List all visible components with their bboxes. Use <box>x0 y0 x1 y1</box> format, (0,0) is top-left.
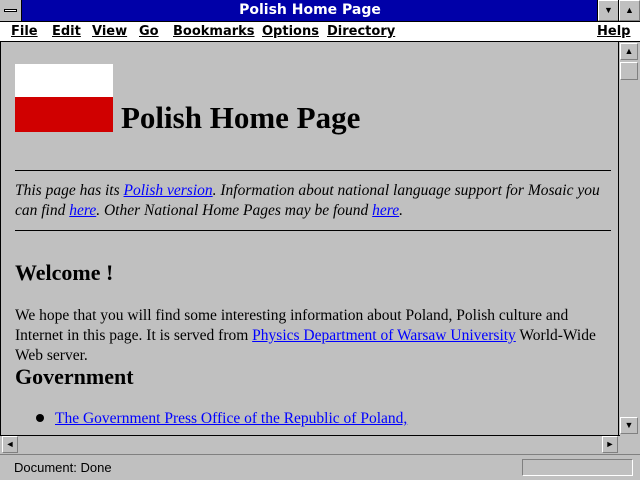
government-heading: Government <box>15 364 134 389</box>
scroll-up-button[interactable]: ▲ <box>620 43 638 60</box>
window-title: Polish Home Page <box>239 2 381 18</box>
national-home-pages-link[interactable]: here <box>372 202 399 219</box>
system-menu-icon <box>4 9 17 12</box>
system-menu-button[interactable] <box>0 0 22 21</box>
menu-bookmarks[interactable]: Bookmarks <box>173 24 255 39</box>
menu-view[interactable]: View <box>92 24 127 39</box>
status-bar: Document: Done <box>0 454 640 480</box>
title-bar: Polish Home Page ▼ ▲ <box>0 0 640 22</box>
menu-help[interactable]: Help <box>597 24 630 39</box>
menu-options[interactable]: Options <box>262 24 319 39</box>
intro-paragraph: This page has its Polish version. Inform… <box>15 181 615 221</box>
vertical-scrollbar[interactable]: ▲ ▼ <box>618 42 638 435</box>
menu-file[interactable]: File <box>11 24 38 39</box>
menu-options-label: Options <box>262 24 319 39</box>
flag-red-stripe <box>15 97 113 132</box>
polish-flag-image <box>15 64 113 132</box>
progress-indicator <box>522 459 633 476</box>
government-press-office-link[interactable]: The Government Press Office of the Repub… <box>55 410 407 428</box>
bullet-icon <box>36 414 44 422</box>
intro-text-4: . <box>399 202 404 219</box>
menu-bookmarks-label: Bookmarks <box>173 24 255 39</box>
menu-view-label: View <box>92 24 128 39</box>
menu-directory-label: Directory <box>327 24 396 39</box>
menu-file-label: File <box>11 24 38 39</box>
scroll-left-button[interactable]: ◄ <box>2 436 18 453</box>
page-title: Polish Home Page <box>121 100 361 135</box>
menu-go[interactable]: Go <box>139 24 159 39</box>
horizontal-rule <box>15 170 611 171</box>
horizontal-scrollbar[interactable]: ◄ ► <box>0 435 620 453</box>
status-text: Document: Done <box>14 460 112 475</box>
menu-go-label: Go <box>139 24 159 39</box>
scroll-down-button[interactable]: ▼ <box>620 417 638 434</box>
vertical-scroll-thumb[interactable] <box>620 62 638 80</box>
welcome-heading: Welcome ! <box>15 260 114 285</box>
document-view[interactable]: Polish Home Page This page has its Polis… <box>0 42 618 435</box>
intro-text-1: This page has its <box>15 182 124 199</box>
menu-edit[interactable]: Edit <box>52 24 81 39</box>
minimize-button[interactable]: ▼ <box>597 0 620 22</box>
horizontal-rule <box>15 230 611 231</box>
menu-help-label: Help <box>597 24 631 39</box>
intro-text-3: . Other National Home Pages may be found <box>96 202 373 219</box>
welcome-paragraph: We hope that you will find some interest… <box>15 306 615 366</box>
maximize-button[interactable]: ▲ <box>618 0 640 22</box>
menu-edit-label: Edit <box>52 24 81 39</box>
menu-directory[interactable]: Directory <box>327 24 395 39</box>
physics-department-link[interactable]: Physics Department of Warsaw University <box>252 327 516 344</box>
flag-white-stripe <box>15 64 113 97</box>
menu-bar: File Edit View Go Bookmarks Options Dire… <box>0 22 640 42</box>
scroll-right-button[interactable]: ► <box>602 436 618 453</box>
polish-version-link[interactable]: Polish version <box>124 182 213 199</box>
language-support-link[interactable]: here <box>69 202 96 219</box>
